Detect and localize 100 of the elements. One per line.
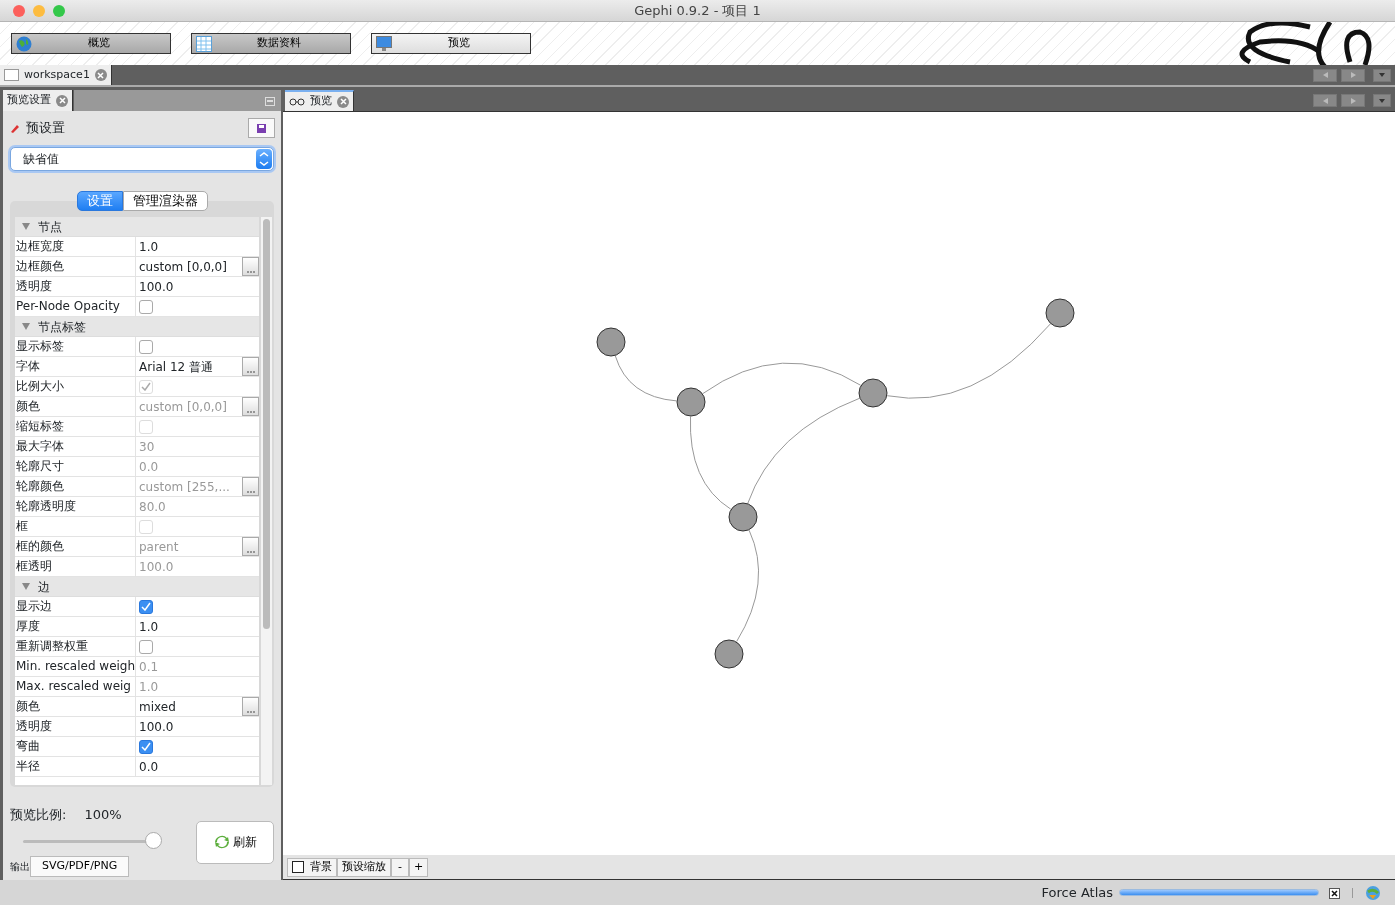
- property-label: 比例大小: [15, 377, 136, 396]
- property-label: 边框颜色: [15, 257, 136, 276]
- property-value: 80.0: [139, 498, 166, 516]
- save-button[interactable]: [248, 118, 275, 138]
- property-value: parent: [139, 538, 179, 556]
- property-label: 轮廓颜色: [15, 477, 136, 496]
- zoom-button[interactable]: +: [409, 857, 429, 877]
- panel-tab[interactable]: 预览设置: [3, 90, 73, 111]
- section-header[interactable]: 节点标签: [15, 317, 259, 337]
- left-arrow-icon: [1322, 72, 1328, 78]
- dropdown-button[interactable]: [1373, 68, 1391, 82]
- zoom-button[interactable]: 预设缩放: [337, 857, 391, 877]
- scrollbar-thumb[interactable]: [263, 219, 270, 629]
- property-value[interactable]: 1.0: [139, 617, 159, 636]
- globe-icon: [16, 35, 32, 52]
- section-header[interactable]: 边: [15, 577, 259, 597]
- close-button[interactable]: [13, 4, 25, 17]
- checkbox[interactable]: [139, 639, 153, 654]
- caret-icon: [1379, 98, 1385, 103]
- property-value: custom [0,0,0]: [139, 398, 227, 416]
- previous-button[interactable]: [1313, 94, 1337, 107]
- more-button[interactable]: [242, 697, 259, 716]
- checkbox[interactable]: [139, 339, 153, 354]
- refresh-icon: [213, 834, 230, 850]
- property-value[interactable]: custom [0,0,0]: [139, 257, 227, 276]
- panel-tab[interactable]: 预览: [285, 90, 354, 111]
- background-toggle[interactable]: 背景: [287, 857, 337, 877]
- property-label: 框的颜色: [15, 537, 136, 556]
- checkmark-icon: [141, 742, 151, 751]
- property-label: 厚度: [15, 617, 136, 636]
- pencil-icon: [10, 122, 20, 134]
- property-label: 透明度: [15, 717, 136, 736]
- previous-button[interactable]: [1313, 68, 1337, 82]
- property-value[interactable]: 100.0: [139, 277, 174, 296]
- glasses-icon: [289, 97, 305, 106]
- graph-node: [728, 502, 758, 532]
- checkbox[interactable]: [139, 739, 153, 754]
- zoom-button[interactable]: -: [391, 857, 409, 877]
- property-value[interactable]: 1.0: [139, 237, 159, 256]
- property-label: 字体: [15, 357, 136, 376]
- more-button[interactable]: [242, 477, 259, 496]
- property-label: 轮廓透明度: [15, 497, 136, 516]
- checkbox[interactable]: [139, 299, 153, 314]
- property-label: 缩短标签: [15, 417, 136, 436]
- toolbar-button[interactable]: 概览: [11, 33, 171, 54]
- preset-dropdown[interactable]: 缺省值: [10, 147, 274, 171]
- property-value[interactable]: 100.0: [139, 717, 174, 736]
- property-value: 0.1: [139, 658, 159, 676]
- graph-node: [858, 378, 888, 408]
- property-value[interactable]: 0.0: [139, 757, 159, 776]
- checkmark-icon: [141, 602, 151, 611]
- close-icon[interactable]: [337, 95, 349, 108]
- right-arrow-icon: [1350, 72, 1356, 78]
- task-label: Force Atlas: [1041, 883, 1113, 902]
- property-label: 颜色: [15, 397, 136, 416]
- property-value: 100.0: [139, 558, 174, 576]
- settings-tab[interactable]: 管理渲染器: [122, 191, 208, 211]
- table-icon: [196, 35, 212, 52]
- next-button[interactable]: [1341, 68, 1365, 82]
- more-button[interactable]: [242, 357, 259, 376]
- property-label: 重新调整权重: [15, 637, 136, 656]
- toolbar-button[interactable]: 预览: [371, 33, 531, 54]
- more-button[interactable]: [242, 257, 259, 276]
- refresh-button[interactable]: 刷新: [196, 820, 274, 864]
- property-value: custom [255,...: [139, 478, 230, 496]
- next-button[interactable]: [1341, 94, 1365, 107]
- right-arrow-icon: [1350, 97, 1356, 104]
- property-label: 颜色: [15, 697, 136, 716]
- ratio-value: 100%: [84, 806, 122, 824]
- property-value: 0.0: [139, 458, 159, 476]
- graph-node: [676, 387, 706, 417]
- update-icon[interactable]: [1365, 884, 1381, 901]
- property-value: 30: [139, 438, 155, 456]
- checkbox[interactable]: [139, 599, 153, 614]
- document-icon: [4, 69, 19, 81]
- property-label: 轮廓尺寸: [15, 457, 136, 476]
- more-button[interactable]: [242, 397, 259, 416]
- export-button[interactable]: SVG/PDF/PNG: [30, 855, 130, 877]
- workspace-tab[interactable]: workspace1: [0, 65, 112, 85]
- property-label: Max. rescaled weig: [15, 677, 136, 696]
- slider-thumb[interactable]: [145, 831, 162, 849]
- export-label: 输出: [10, 859, 30, 874]
- property-value[interactable]: Arial 12 普通: [139, 357, 214, 376]
- property-label: Min. rescaled weigh: [15, 657, 136, 676]
- graph-edge: [614, 355, 677, 402]
- dropdown-button[interactable]: [1373, 94, 1391, 107]
- toolbar-button[interactable]: 数据资料: [191, 33, 351, 54]
- property-value[interactable]: mixed: [139, 697, 176, 716]
- caret-icon: [1379, 73, 1385, 77]
- section-header[interactable]: 节点: [15, 217, 259, 237]
- checkmark-icon: [141, 382, 151, 391]
- property-label: Per-Node Opacity: [15, 297, 136, 316]
- more-button[interactable]: [242, 537, 259, 556]
- property-label: 最大字体: [15, 437, 136, 456]
- graph-node: [596, 327, 626, 357]
- window-title: Gephi 0.9.2 - 项目 1: [634, 2, 761, 18]
- left-arrow-icon: [1322, 97, 1328, 104]
- zoom-button[interactable]: [53, 4, 65, 17]
- close-icon[interactable]: [56, 94, 68, 107]
- close-icon[interactable]: [94, 69, 107, 81]
